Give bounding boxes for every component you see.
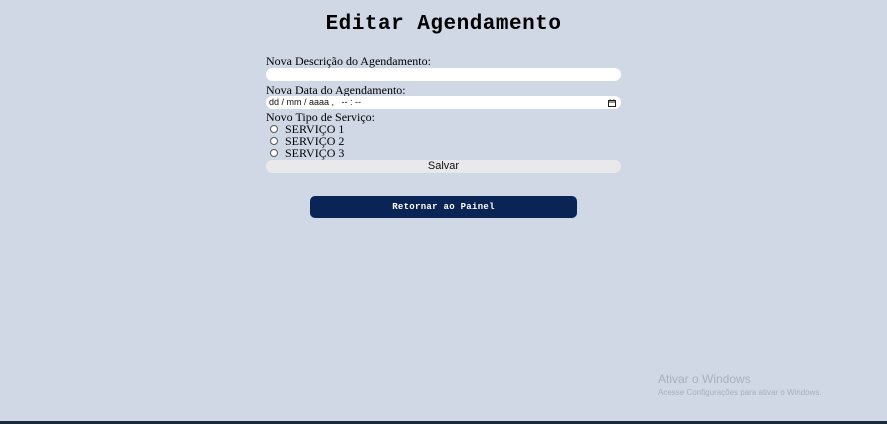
windows-activation-watermark: Ativar o Windows Acesse Configurações pa…: [658, 372, 822, 399]
date-placeholder: dd / mm / aaaa , -- : --: [269, 97, 362, 107]
watermark-subtitle: Acesse Configurações para ativar o Windo…: [658, 388, 822, 397]
edit-appointment-form: Nova Descrição do Agendamento: Nova Data…: [266, 55, 621, 173]
description-input[interactable]: [266, 68, 621, 81]
service-option-label: SERVIÇO 3: [285, 146, 345, 160]
radio-button[interactable]: [270, 137, 278, 145]
radio-button[interactable]: [270, 149, 278, 157]
radio-button[interactable]: [270, 125, 278, 133]
calendar-icon[interactable]: [608, 98, 616, 107]
date-input[interactable]: dd / mm / aaaa , -- : --: [266, 96, 621, 109]
description-label: Nova Descrição do Agendamento:: [266, 54, 431, 68]
date-label: Nova Data do Agendamento:: [266, 83, 406, 97]
return-to-dashboard-button[interactable]: Retornar ao Painel: [310, 196, 577, 218]
page-title: Editar Agendamento: [325, 13, 562, 36]
watermark-title: Ativar o Windows: [658, 372, 751, 386]
service-option-3[interactable]: SERVIÇO 3: [266, 147, 621, 159]
save-button[interactable]: Salvar: [266, 160, 621, 173]
